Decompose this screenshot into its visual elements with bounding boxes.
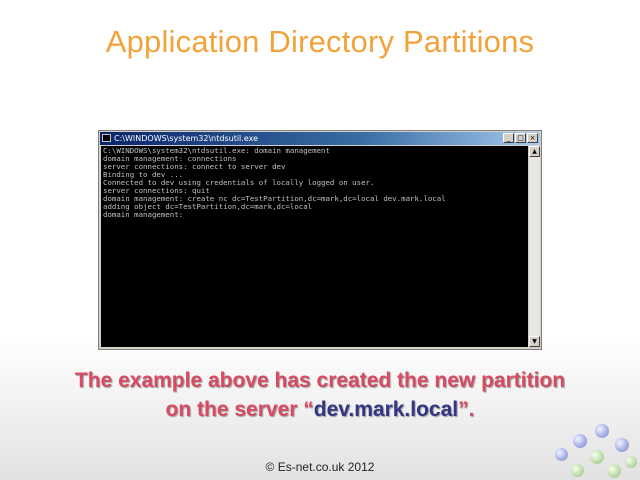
bubble-decoration [595, 424, 609, 438]
console-output-area[interactable]: C:\WINDOWS\system32\ntdsutil.exe: domain… [101, 146, 528, 347]
bubble-decoration [625, 456, 637, 468]
console-title: C:\WINDOWS\system32\ntdsutil.exe [114, 134, 259, 143]
window-controls: _ □ × [502, 133, 538, 144]
bubble-decoration [615, 438, 629, 452]
console-titlebar[interactable]: C:\WINDOWS\system32\ntdsutil.exe _ □ × [100, 132, 540, 145]
bubble-decoration [573, 434, 587, 448]
caption-line-1: The example above has created the new pa… [74, 369, 566, 392]
bubble-decoration [571, 464, 584, 477]
maximize-icon[interactable]: □ [515, 133, 526, 143]
close-icon[interactable]: × [527, 133, 538, 143]
caption-prefix: on the server “ [165, 398, 314, 421]
scroll-up-icon[interactable]: ▲ [529, 146, 540, 157]
bubble-decoration [555, 448, 568, 461]
minimize-icon[interactable]: _ [503, 133, 514, 143]
console-app-icon [102, 134, 111, 142]
slide-title: Application Directory Partitions [105, 24, 535, 59]
decorative-bubbles [535, 418, 640, 480]
caption-suffix: ”. [458, 398, 475, 421]
slide-caption: The example above has created the new pa… [0, 366, 640, 424]
vertical-scrollbar[interactable]: ▲ ▼ [529, 146, 540, 347]
bubble-decoration [607, 464, 621, 478]
console-output: C:\WINDOWS\system32\ntdsutil.exe: domain… [103, 146, 446, 219]
scroll-down-icon[interactable]: ▼ [529, 336, 540, 347]
console-window[interactable]: C:\WINDOWS\system32\ntdsutil.exe _ □ × C:\… [98, 130, 542, 350]
bubble-decoration [590, 450, 604, 464]
server-name-highlight: dev.mark.local [313, 398, 459, 421]
